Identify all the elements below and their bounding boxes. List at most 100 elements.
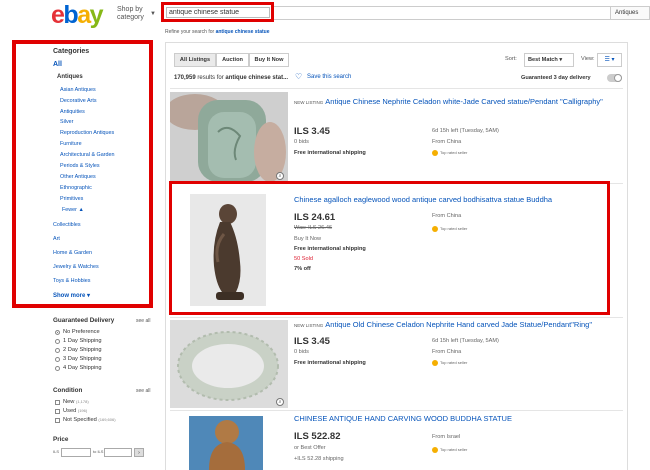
listing-shipping: Free international shipping <box>294 360 366 366</box>
tab-buy-it-now[interactable]: Buy It Now <box>249 53 289 67</box>
top-rated-icon <box>432 360 438 366</box>
listing-image[interactable]: ⌕ <box>170 92 288 182</box>
subcategory-link[interactable]: Furniture <box>60 141 82 147</box>
listing-title-text: Antique Chinese Nephrite Celadon white-J… <box>325 97 603 106</box>
category-link[interactable]: Art <box>53 236 60 242</box>
category-antiques: Antiques <box>57 74 83 80</box>
category-dropdown[interactable]: Antiques <box>610 6 650 20</box>
subcategory-link[interactable]: Other Antiques <box>60 174 96 180</box>
show-more-link[interactable]: Show more ▾ <box>53 292 90 299</box>
delivery-option-label: 1 Day Shipping <box>63 338 102 344</box>
refine-prefix: Refine your search for <box>165 29 215 35</box>
radio-button[interactable] <box>55 330 60 335</box>
refine-query-link[interactable]: antique chinese statue <box>216 29 270 35</box>
top-rated-label: Top rated seller <box>440 150 468 156</box>
delivery-option-label: 3 Day Shipping <box>63 356 102 362</box>
subcategory-link[interactable]: Reproduction Antiques <box>60 130 114 136</box>
listing-location: From China <box>432 349 462 355</box>
tab-all-listings[interactable]: All Listings <box>174 53 216 67</box>
new-listing-badge: New listing <box>294 100 324 105</box>
category-link[interactable]: Jewelry & Watches <box>53 264 99 270</box>
listing-image[interactable]: ⌕ <box>170 320 288 408</box>
category-link[interactable]: Home & Garden <box>53 250 92 256</box>
top-rated-icon <box>432 150 438 156</box>
header-bar: ebay Shop by category ▼ Antiques <box>0 0 650 30</box>
jade-ring-photo <box>170 92 288 182</box>
shop-by-category-button[interactable]: Shop by category ▼ <box>117 6 157 22</box>
condition-option: Used (196) <box>63 408 87 414</box>
radio-button[interactable] <box>55 366 60 371</box>
listing-title-link[interactable]: New listing Antique Old Chinese Celadon N… <box>294 320 614 330</box>
top-rated-label: Top rated seller <box>440 226 468 232</box>
guaranteed-delivery-toggle[interactable] <box>607 74 622 82</box>
result-query: antique chinese stat... <box>225 75 289 81</box>
radio-button[interactable] <box>55 357 60 362</box>
price-range-row: ILS to ILS › <box>53 448 153 458</box>
category-all-link[interactable]: All <box>53 61 62 68</box>
subcategory-link[interactable]: Asian Antiques <box>60 87 96 93</box>
subcategory-link[interactable]: Silver <box>60 119 73 125</box>
checkbox[interactable] <box>55 418 60 423</box>
price-max-label: to ILS <box>93 449 104 454</box>
save-search-link[interactable]: ♡ Save this search <box>295 72 351 81</box>
condition-count: (1,178) <box>75 399 89 404</box>
checkbox[interactable] <box>55 400 60 405</box>
subcategory-link[interactable]: Primitives <box>60 196 83 202</box>
divider <box>170 88 623 89</box>
listing-bids: 0 bids <box>294 349 309 355</box>
price-go-button[interactable]: › <box>134 448 144 457</box>
listing-discount: 7% off <box>294 266 311 272</box>
listing-price: ILS 522.82 <box>294 431 341 442</box>
see-all-link[interactable]: see all <box>136 318 150 324</box>
sort-dropdown[interactable]: Best Match ▾ <box>524 53 574 67</box>
subcategory-link[interactable]: Periods & Styles <box>60 163 100 169</box>
listing-title-link[interactable]: Chinese agalloch eaglewood wood antique … <box>294 195 604 204</box>
price-min-input[interactable] <box>61 448 91 457</box>
search-input[interactable] <box>166 7 270 18</box>
divider <box>170 410 623 411</box>
ebay-logo[interactable]: ebay <box>51 1 104 29</box>
listing-title-link[interactable]: New listing Antique Chinese Nephrite Cela… <box>294 97 612 107</box>
radio-button[interactable] <box>55 339 60 344</box>
condition-label: New <box>63 399 75 405</box>
subcategory-link[interactable]: Architectural & Garden <box>60 152 115 158</box>
condition-title: Condition <box>53 387 83 394</box>
zoom-icon[interactable]: ⌕ <box>276 172 284 180</box>
delivery-option-label: 4 Day Shipping <box>63 365 102 371</box>
condition-label: Not Specified <box>63 417 97 423</box>
category-link[interactable]: Collectibles <box>53 222 81 228</box>
listing-location: From China <box>432 213 462 219</box>
result-count: 170,959 results for antique chinese stat… <box>174 75 288 81</box>
listing-sold-count: 50 Sold <box>294 256 313 262</box>
listing-price: ILS 3.45 <box>294 126 330 137</box>
top-rated-badge: Top rated seller <box>432 360 467 366</box>
divider <box>170 317 623 318</box>
guaranteed-delivery-toggle-label: Guaranteed 3 day delivery <box>521 75 591 81</box>
condition-option: New (1,178) <box>63 399 89 405</box>
see-all-link[interactable]: see all <box>136 388 150 394</box>
price-title: Price <box>53 436 69 443</box>
condition-count: (169,606) <box>98 417 116 422</box>
listing-image[interactable] <box>175 414 278 470</box>
chevron-down-icon: ▾ <box>559 57 563 63</box>
view-label: View: <box>581 56 595 62</box>
result-count-number: 170,959 <box>174 75 196 81</box>
radio-button[interactable] <box>55 348 60 353</box>
subcategory-link[interactable]: Antiquities <box>60 109 85 115</box>
fewer-link[interactable]: Fewer ▲ <box>62 207 84 213</box>
tab-auction[interactable]: Auction <box>216 53 249 67</box>
price-min-label: ILS <box>53 449 60 454</box>
subcategory-link[interactable]: Ethnographic <box>60 185 92 191</box>
price-max-input[interactable] <box>104 448 132 457</box>
search-bar-extension[interactable] <box>274 6 610 20</box>
buddha-statue-photo <box>175 414 278 470</box>
zoom-icon[interactable]: ⌕ <box>276 398 284 406</box>
category-link[interactable]: Toys & Hobbies <box>53 278 90 284</box>
top-rated-badge: Top rated seller <box>432 226 467 232</box>
listing-buy-it-now: Buy It Now <box>294 236 322 242</box>
checkbox[interactable] <box>55 409 60 414</box>
listing-title-link[interactable]: CHINESE ANTIQUE HAND CARVING WOOD BUDDHA… <box>294 414 614 423</box>
results-for-label: results for <box>197 75 224 81</box>
subcategory-link[interactable]: Decorative Arts <box>60 98 97 104</box>
view-dropdown[interactable]: ☰ ▾ <box>597 53 622 67</box>
